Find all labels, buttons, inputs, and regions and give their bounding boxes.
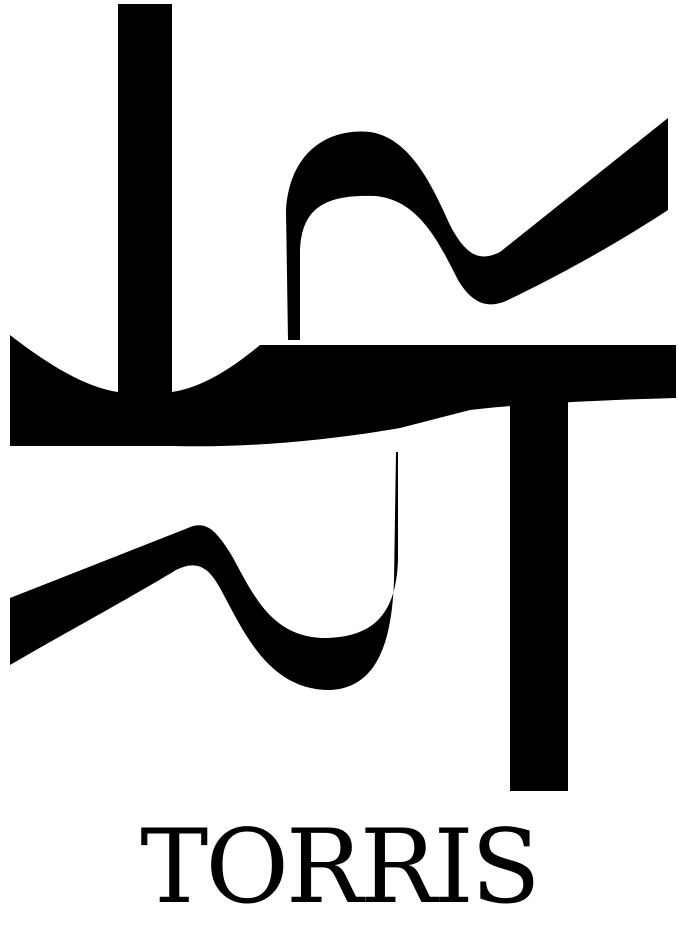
brand-wordmark: TORRIS <box>140 812 540 922</box>
left-stem-stroke <box>118 4 172 399</box>
logo-canvas: TORRIS <box>0 0 679 935</box>
lower-ribbon-stroke <box>10 452 398 690</box>
torris-monogram-icon <box>10 4 676 791</box>
brand-name: TORRIS <box>140 812 537 922</box>
right-stem-stroke <box>510 396 568 791</box>
horizontal-bar-stroke <box>10 335 676 447</box>
upper-ribbon-stroke <box>286 118 668 340</box>
